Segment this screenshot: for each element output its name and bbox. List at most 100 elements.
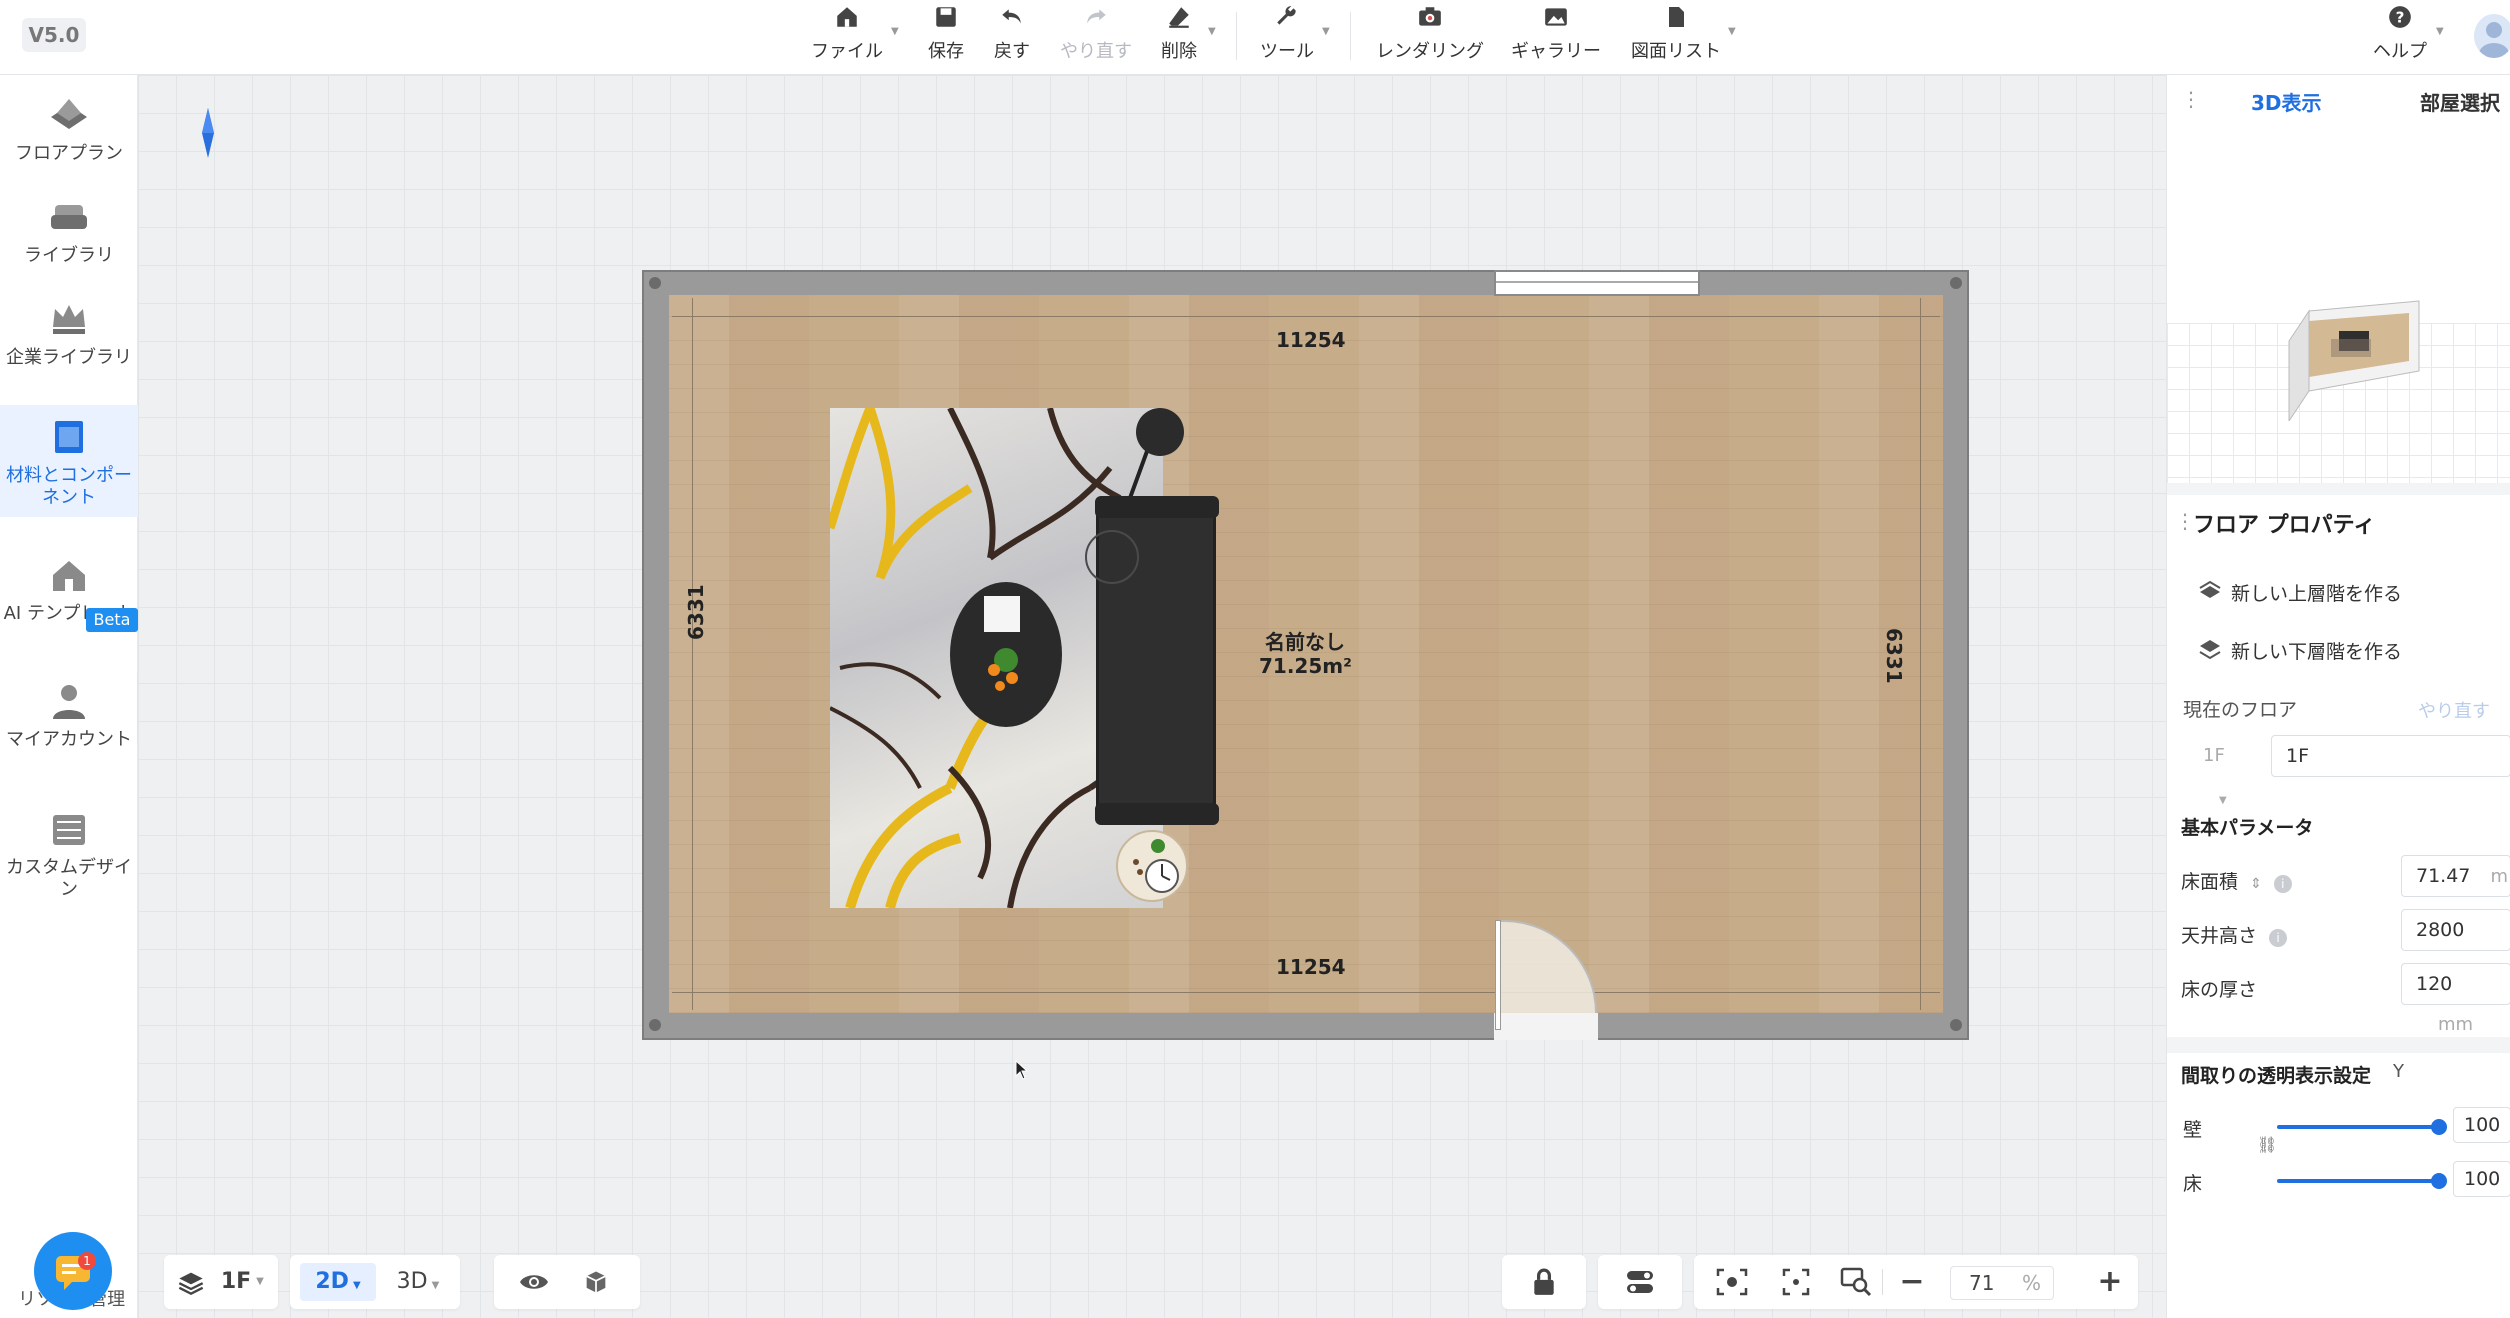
chevron-down-icon[interactable]: ▼ [2436,26,2444,37]
link-icon[interactable]: ⛓ [2257,1135,2281,1165]
undo-button[interactable]: 戻す [984,4,1040,70]
room-label[interactable]: 名前なし 71.25m² [1259,630,1352,678]
info-icon[interactable]: i [2269,929,2288,947]
mouse-cursor-icon [1015,1060,1029,1080]
cube-icon[interactable] [576,1255,616,1309]
floor-area-input[interactable]: 71.47 m [2401,855,2510,897]
file-menu-button[interactable]: ファイル [806,4,888,70]
right-panel: ⋮ 3D表示 部屋選択 ⋮ フロア プロパティ 新しい上層階を作る 新しい下層階… [2166,75,2510,1318]
coffee-table[interactable] [950,582,1062,727]
redo-link[interactable]: やり直す [2418,697,2490,723]
zoom-area-icon[interactable] [1836,1255,1876,1309]
gallery-button[interactable]: ギャラリー [1508,4,1604,70]
focus-icon[interactable] [1776,1255,1816,1309]
redo-button[interactable]: やり直す [1056,4,1136,70]
fit-settings-icon[interactable] [1712,1255,1752,1309]
floor-name-input[interactable]: 1F [2271,735,2510,777]
eye-icon[interactable] [514,1255,554,1309]
floor-thickness-input[interactable]: 120 mm [2401,963,2510,1035]
wall-corner[interactable] [649,1019,661,1031]
floor-opacity-slider[interactable] [2277,1171,2447,1191]
sidebar-item-my-account[interactable]: マイアカウント [0,679,138,751]
lock-icon[interactable] [1524,1255,1564,1309]
sidebar-item-materials[interactable]: 材料とコンポーネント [0,405,138,517]
sidebar-item-enterprise-library[interactable]: 企業ライブラリ [0,297,138,369]
drag-handle-icon[interactable]: ⋮ [2181,87,2201,111]
sidebar-item-label: マイアカウント [6,729,132,750]
chevron-down-icon[interactable]: ▼ [1322,26,1330,37]
floor-area-unit: m [2490,866,2508,887]
rendering-label: レンダリング [1376,41,1484,62]
zoom-input[interactable]: 71 % [1950,1266,2054,1300]
rendering-button[interactable]: レンダリング [1372,4,1488,70]
window[interactable] [1494,270,1700,296]
sidebar-item-library[interactable]: ライブラリ [0,195,138,267]
drawing-list-button[interactable]: 図面リスト [1626,4,1726,70]
zoom-in-button[interactable]: + [2090,1255,2130,1309]
toggle-settings-icon[interactable] [1620,1255,1660,1309]
tools-menu-button[interactable]: ツール [1254,4,1320,70]
dimension-right: 6331 [1882,628,1906,684]
save-icon [918,4,974,40]
chat-button[interactable] [34,1232,112,1310]
floor-properties: ⋮ フロア プロパティ 新しい上層階を作る 新しい下層階を作る 現在のフロア や… [2167,495,2510,1318]
version-badge: V5.0 [22,18,86,52]
new-lower-floor-label: 新しい下層階を作る [2231,641,2403,663]
floor-opacity-input[interactable]: 100 [2453,1161,2510,1197]
view-3d-button[interactable]: 3D ▼ [382,1255,454,1309]
beta-badge: Beta [86,608,138,632]
sidebar-item-custom-design[interactable]: カスタムデザイン [0,807,138,901]
slider-knob[interactable] [2431,1173,2447,1189]
save-button[interactable]: 保存 [918,4,974,70]
sofa-cushion [1085,530,1139,584]
chevron-down-icon[interactable]: ▼ [1208,26,1216,37]
chevron-down-icon[interactable]: ▼ [1728,26,1736,37]
sidebar-item-label: ライブラリ [24,245,114,266]
basic-params-heading: 基本パラメータ [2181,817,2314,839]
floor-lamp[interactable] [1136,408,1184,456]
tab-3d-view[interactable]: 3D表示 [2251,87,2322,116]
document-icon [1626,4,1726,40]
floor-switcher[interactable]: 1F ▼ [164,1255,278,1309]
divider [1236,12,1237,60]
wall-corner[interactable] [1950,1019,1962,1031]
view-2d-button[interactable]: 2D ▼ [300,1263,376,1301]
drawing-list-label: 図面リスト [1631,41,1721,62]
slider-knob[interactable] [2431,1119,2447,1135]
help-button[interactable]: ? ヘルプ [2368,4,2432,70]
drawer-icon [47,807,91,851]
sidebar-item-label: 企業ライブラリ [6,347,132,368]
floorplan-icon [47,93,91,137]
wall-corner[interactable] [1950,277,1962,289]
side-table[interactable] [1116,830,1188,902]
wall-opacity-input[interactable]: 100 [2453,1107,2510,1143]
sofa-icon [47,195,91,239]
cabinet-icon [47,415,91,459]
new-lower-floor-button[interactable]: 新しい下層階を作る [2197,637,2402,667]
layers-up-icon [2197,580,2223,609]
new-upper-floor-button[interactable]: 新しい上層階を作る [2197,579,2402,609]
sofa[interactable] [1085,496,1219,825]
zoom-out-button[interactable]: − [1892,1255,1932,1309]
sidebar-item-floorplan[interactable]: フロアプラン [0,93,138,165]
wall-corner[interactable] [649,277,661,289]
chevron-down-icon[interactable]: ▼ [891,26,899,37]
chevron-down-icon: ▼ [352,1280,361,1291]
door-leaf[interactable] [1495,920,1501,1030]
drag-handle-icon[interactable]: ⋮ [2175,509,2195,533]
floor-select[interactable]: 1F ▼ [2183,735,2241,806]
camera-icon [1372,4,1488,40]
info-icon[interactable]: i [2273,875,2292,893]
dimension-top: 11254 [1276,328,1346,352]
avatar[interactable] [2474,14,2510,58]
top-toolbar: V5.0 ファイル ▼ 保存 戻す やり直す 削除 ▼ ツール ▼ レンダリング… [0,0,2510,75]
house-icon [47,553,91,597]
ceiling-height-value: 2800 [2416,919,2465,941]
delete-button[interactable]: 削除 [1150,4,1208,70]
wall-opacity-slider[interactable] [2277,1117,2447,1137]
sort-icon[interactable]: ⇕ [2250,876,2262,892]
ceiling-height-input[interactable]: 2800 mm [2401,909,2510,981]
left-sidebar: フロアプラン ライブラリ 企業ライブラリ 材料とコンポーネント AI テンプレー… [0,75,138,1318]
3d-preview[interactable] [2167,123,2510,483]
tab-room-select[interactable]: 部屋選択 [2420,87,2500,116]
